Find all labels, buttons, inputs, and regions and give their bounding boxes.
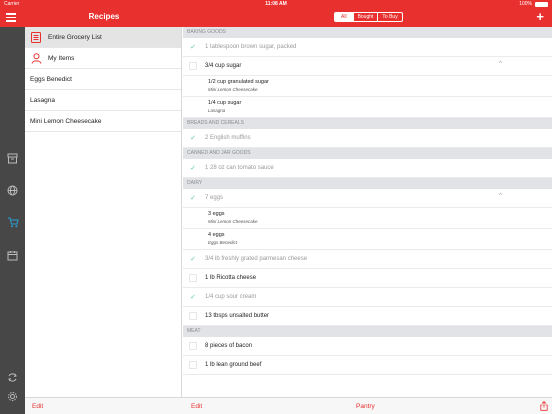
recipe-source-row: 3 eggs Mini Lemon Cheesecake (183, 208, 552, 229)
pantry-button[interactable]: Pantry (356, 403, 375, 410)
checkmark-icon[interactable]: ✓ (189, 134, 197, 142)
grocery-item[interactable]: ✓ 1 tablespoon brown sugar, packed (183, 38, 552, 57)
grocery-item[interactable]: 1 lb Ricotta cheese (183, 269, 552, 288)
source-recipe: Mini Lemon Cheesecake (208, 219, 258, 224)
filter-segmented-control: All Bought To Buy (334, 12, 403, 22)
segment-all[interactable]: All (335, 13, 353, 21)
item-label: 3/4 cup sugar (205, 63, 242, 69)
grocery-item[interactable]: 8 pieces of bacon (183, 337, 552, 356)
list-icon (30, 31, 42, 43)
recipe-label: Mini Lemon Cheesecake (30, 117, 102, 125)
menu-icon[interactable] (6, 13, 16, 22)
grocery-item[interactable]: 13 tbsps unsalted butter (183, 307, 552, 326)
status-bar: Carrier 11:08 AM 100% (0, 0, 552, 8)
recipe-list: Entire Grocery List My Items Eggs Benedict… (25, 27, 182, 397)
recipe-item[interactable]: Eggs Benedict (25, 69, 181, 90)
edit-list-button[interactable]: Edit (191, 403, 202, 410)
source-recipe: Eggs Benedict (208, 240, 238, 245)
recipe-source-row: 1/4 cup sugar Lasagna (183, 97, 552, 118)
item-label: 2 English muffins (205, 135, 251, 141)
page-title: Recipes (88, 12, 120, 21)
archive-icon[interactable] (6, 152, 19, 165)
checkmark-icon[interactable]: ✓ (189, 255, 197, 263)
checkbox[interactable] (189, 62, 197, 70)
item-label: 3/4 lb freshly grated parmesan cheese (205, 256, 308, 262)
section-header: CANNED AND JAR GOODS (183, 148, 552, 159)
cart-icon[interactable] (6, 216, 19, 229)
recipe-source-row: 1/2 cup granulated sugar Mini Lemon Chees… (183, 76, 552, 97)
segment-bought[interactable]: Bought (352, 13, 378, 21)
checkmark-icon[interactable]: ✓ (189, 194, 197, 202)
recipe-label: Eggs Benedict (30, 75, 72, 83)
source-quantity: 3 eggs (208, 211, 225, 217)
sidebar-rail (0, 27, 25, 414)
grocery-item[interactable]: ✓ 1 28 oz can tomato sauce (183, 159, 552, 178)
recipe-label: Entire Grocery List (48, 33, 102, 41)
sync-icon[interactable] (6, 371, 19, 384)
section-header: DAIRY (183, 178, 552, 189)
item-label: 8 pieces of bacon (205, 343, 253, 349)
segment-to-buy[interactable]: To Buy (377, 13, 401, 21)
item-label: 1/4 cup sour cream (205, 294, 257, 300)
item-label: 1 lb lean ground beef (205, 362, 262, 368)
checkmark-icon[interactable]: ✓ (189, 43, 197, 51)
section-header: MEAT (183, 326, 552, 337)
checkbox[interactable] (189, 312, 197, 320)
recipe-item[interactable]: My Items (25, 48, 181, 69)
settings-icon[interactable] (6, 390, 19, 403)
grocery-item[interactable]: 3/4 cup sugar ^ (183, 57, 552, 76)
section-header: BREADS AND CEREALS (183, 118, 552, 129)
checkbox[interactable] (189, 361, 197, 369)
item-label: 1 tablespoon brown sugar, packed (205, 44, 297, 50)
recipe-item[interactable]: Lasagna (25, 90, 181, 111)
recipe-label: My Items (48, 54, 75, 62)
item-label: 7 eggs (205, 195, 224, 201)
source-quantity: 4 eggs (208, 232, 225, 238)
recipe-label: Lasagna (30, 96, 55, 104)
checkbox[interactable] (189, 274, 197, 282)
checkmark-icon[interactable]: ✓ (189, 293, 197, 301)
calendar-icon[interactable] (6, 249, 19, 262)
item-label: 1 28 oz can tomato sauce (205, 165, 274, 171)
share-icon[interactable] (540, 400, 548, 411)
item-label: 1 lb Ricotta cheese (205, 275, 257, 281)
source-quantity: 1/4 cup sugar (208, 100, 242, 106)
chevron-up-icon[interactable]: ^ (499, 193, 502, 199)
source-recipe: Lasagna (208, 108, 226, 113)
checkmark-icon[interactable]: ✓ (189, 164, 197, 172)
grocery-item[interactable]: ✓ 7 eggs ^ (183, 189, 552, 208)
recipe-source-row: 4 eggs Eggs Benedict (183, 229, 552, 250)
bottom-toolbar: Edit Edit Pantry (25, 397, 552, 414)
clock: 11:08 AM (265, 1, 287, 7)
grocery-item[interactable]: ✓ 2 English muffins (183, 129, 552, 148)
globe-icon[interactable] (6, 184, 19, 197)
recipe-item[interactable]: Entire Grocery List (25, 27, 181, 48)
source-quantity: 1/2 cup granulated sugar (208, 79, 269, 85)
grocery-item[interactable]: 1 lb lean ground beef (183, 356, 552, 375)
chevron-up-icon[interactable]: ^ (499, 61, 502, 67)
section-header: BAKING GOODS (183, 27, 552, 38)
edit-recipes-button[interactable]: Edit (32, 403, 43, 410)
recipe-item[interactable]: Mini Lemon Cheesecake (25, 111, 181, 132)
add-item-button[interactable]: + (536, 9, 544, 25)
battery-percent: 100% (519, 1, 532, 7)
grocery-item[interactable]: ✓ 3/4 lb freshly grated parmesan cheese (183, 250, 552, 269)
person-icon (30, 52, 42, 64)
grocery-item[interactable]: ✓ 1/4 cup sour cream (183, 288, 552, 307)
source-recipe: Mini Lemon Cheesecake (208, 87, 258, 92)
nav-bar: Recipes All Bought To Buy + (0, 8, 552, 27)
grocery-list: BAKING GOODS ✓ 1 tablespoon brown sugar, p… (183, 27, 552, 397)
checkbox[interactable] (189, 342, 197, 350)
item-label: 13 tbsps unsalted butter (205, 313, 270, 319)
battery-icon (535, 2, 548, 7)
